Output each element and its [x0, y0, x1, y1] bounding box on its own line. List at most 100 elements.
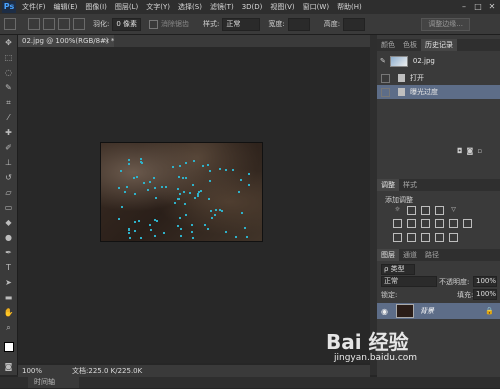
quick-select-tool-icon[interactable]: ✎	[0, 80, 17, 95]
image-speck	[153, 177, 155, 179]
invert-icon[interactable]	[393, 233, 402, 242]
black-white-icon[interactable]	[421, 219, 430, 228]
image-speck	[246, 236, 248, 238]
subtract-selection-icon[interactable]	[58, 18, 70, 30]
blur-tool-icon[interactable]: ◆	[0, 215, 17, 230]
hand-tool-icon[interactable]: ✋	[0, 305, 17, 320]
channel-mixer-icon[interactable]	[449, 219, 458, 228]
eyedropper-tool-icon[interactable]: ⁄	[0, 110, 17, 125]
menu-edit[interactable]: 编辑(E)	[54, 2, 78, 12]
menu-filter[interactable]: 滤镜(T)	[210, 2, 234, 12]
history-snapshot[interactable]: ✎ 02.jpg	[377, 53, 500, 69]
marquee-preset-icon[interactable]	[4, 18, 16, 30]
menu-file[interactable]: 文件(F)	[22, 2, 46, 12]
antialias-checkbox[interactable]	[149, 19, 159, 29]
tab-styles[interactable]: 样式	[399, 179, 421, 191]
opacity-input[interactable]: 100%	[473, 276, 497, 287]
history-step-open[interactable]: 打开	[377, 71, 500, 85]
layer-name[interactable]: 背景	[420, 306, 434, 316]
lasso-tool-icon[interactable]: ◌	[0, 65, 17, 80]
tab-history[interactable]: 历史记录	[421, 39, 457, 51]
eraser-tool-icon[interactable]: ▱	[0, 185, 17, 200]
menu-type[interactable]: 文字(Y)	[146, 2, 170, 12]
hue-saturation-icon[interactable]	[393, 219, 402, 228]
refine-edge-button[interactable]: 调整边缘...	[421, 17, 470, 31]
clone-stamp-icon[interactable]: ⊥	[0, 155, 17, 170]
minimize-icon[interactable]: –	[458, 1, 470, 12]
close-icon[interactable]: ✕	[486, 1, 498, 12]
layer-kind-filter[interactable]: ρ 类型	[381, 264, 415, 275]
gradient-map-icon[interactable]	[435, 233, 444, 242]
brush-tool-icon[interactable]: ✐	[0, 140, 17, 155]
color-lookup-icon[interactable]	[463, 219, 472, 228]
quick-mask-icon[interactable]: ◙	[0, 359, 17, 374]
shape-tool-icon[interactable]: ▬	[0, 290, 17, 305]
tab-layers[interactable]: 图层	[377, 249, 399, 261]
image-speck	[182, 177, 184, 179]
layer-row-background[interactable]: ◉ 背景 🔒	[377, 303, 500, 319]
menu-image[interactable]: 图像(I)	[85, 2, 107, 12]
image-speck	[140, 158, 142, 160]
menu-view[interactable]: 视图(V)	[270, 2, 294, 12]
posterize-icon[interactable]	[407, 233, 416, 242]
history-step-overexpose[interactable]: 曝光过度	[377, 85, 500, 99]
image-speck	[172, 166, 174, 168]
history-brush-icon[interactable]: ↺	[0, 170, 17, 185]
close-document-icon[interactable]: ×	[104, 35, 110, 47]
threshold-icon[interactable]	[421, 233, 430, 242]
width-input[interactable]	[287, 17, 310, 31]
crop-tool-icon[interactable]: ⌗	[0, 95, 17, 110]
color-balance-icon[interactable]	[407, 219, 416, 228]
eye-icon[interactable]: ◉	[381, 307, 390, 316]
type-tool-icon[interactable]: T	[0, 260, 17, 275]
lock-label: 锁定:	[381, 291, 398, 299]
dodge-tool-icon[interactable]: ●	[0, 230, 17, 245]
menu-window[interactable]: 窗口(W)	[303, 2, 329, 12]
image-speck	[211, 217, 213, 219]
timeline-tab[interactable]: 时间轴	[28, 377, 79, 388]
exposure-icon[interactable]	[435, 206, 444, 215]
gradient-tool-icon[interactable]: ▭	[0, 200, 17, 215]
history-checkbox[interactable]	[381, 73, 390, 83]
fill-input[interactable]: 100%	[473, 289, 497, 300]
maximize-icon[interactable]: □	[472, 1, 484, 12]
move-tool-icon[interactable]: ✥	[0, 35, 17, 50]
zoom-tool-icon[interactable]: ⌕	[0, 320, 17, 335]
style-select[interactable]: 正常	[222, 17, 261, 31]
lock-icon: 🔒	[485, 307, 494, 315]
menu-help[interactable]: 帮助(H)	[337, 2, 362, 12]
blend-mode-select[interactable]: 正常	[381, 276, 437, 287]
history-panel-footer-icons[interactable]: ◘◙▫	[457, 147, 486, 155]
image-speck	[133, 177, 135, 179]
menu-layer[interactable]: 图层(L)	[115, 2, 138, 12]
selective-color-icon[interactable]	[449, 233, 458, 242]
tab-channels[interactable]: 通道	[399, 249, 421, 261]
menu-3d[interactable]: 3D(D)	[242, 3, 263, 11]
tab-paths[interactable]: 路径	[421, 249, 443, 261]
intersect-selection-icon[interactable]	[73, 18, 85, 30]
marquee-tool-icon[interactable]: ⬚	[0, 50, 17, 65]
tab-adjustments[interactable]: 调整	[377, 179, 399, 191]
menu-select[interactable]: 选择(S)	[178, 2, 202, 12]
color-swatch-icon[interactable]	[0, 335, 17, 359]
image-speck	[177, 225, 179, 227]
tab-swatches[interactable]: 色板	[399, 39, 421, 51]
pen-tool-icon[interactable]: ✒	[0, 245, 17, 260]
tab-color[interactable]: 颜色	[377, 39, 399, 51]
levels-icon[interactable]	[407, 206, 416, 215]
path-select-icon[interactable]: ➤	[0, 275, 17, 290]
feather-input[interactable]: 0 像素	[112, 17, 142, 31]
vibrance-icon[interactable]: ▽	[449, 206, 458, 215]
history-checkbox[interactable]	[381, 87, 390, 97]
image-speck	[150, 229, 152, 231]
height-input[interactable]	[343, 17, 366, 31]
zoom-level[interactable]: 100%	[22, 367, 42, 375]
add-selection-icon[interactable]	[43, 18, 55, 30]
curves-icon[interactable]	[421, 206, 430, 215]
new-selection-icon[interactable]	[28, 18, 40, 30]
document-image[interactable]	[101, 143, 262, 241]
healing-brush-icon[interactable]: ✚	[0, 125, 17, 140]
brightness-icon[interactable]: ☼	[393, 206, 402, 215]
photo-filter-icon[interactable]	[435, 219, 444, 228]
document-tab[interactable]: 02.jpg @ 100%(RGB/8#) * ×	[18, 35, 114, 47]
